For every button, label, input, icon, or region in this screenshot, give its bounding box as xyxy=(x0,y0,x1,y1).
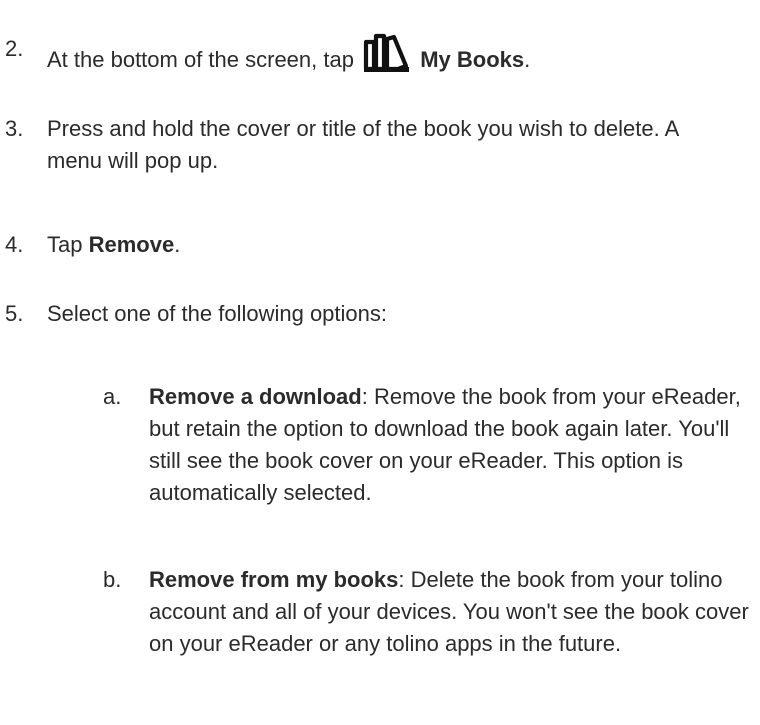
step-text-after: . xyxy=(524,47,531,72)
step-text: Tap Remove. xyxy=(47,229,727,261)
step-number: 2. xyxy=(5,36,24,61)
step-number: 5. xyxy=(5,301,24,326)
option-letter: a. xyxy=(103,384,122,409)
step-text-after: . xyxy=(174,232,181,257)
step-text: At the bottom of the screen, tap My Book… xyxy=(47,33,727,76)
remove-label: Remove xyxy=(88,232,175,257)
step-text: Select one of the following options: xyxy=(47,301,388,326)
option-title: Remove from my books xyxy=(149,567,399,592)
step-text-before: At the bottom of the screen, tap xyxy=(47,47,354,72)
my-books-label: My Books xyxy=(420,47,525,72)
option-text: Remove a download: Remove the book from … xyxy=(149,381,749,509)
my-books-icon xyxy=(363,33,411,75)
step-text: Press and hold the cover or title of the… xyxy=(47,116,679,173)
step-text-before: Tap xyxy=(47,232,83,257)
step-number: 4. xyxy=(5,232,24,257)
option-text: Remove from my books: Delete the book fr… xyxy=(149,564,749,660)
option-letter: b. xyxy=(103,567,122,592)
option-title: Remove a download xyxy=(149,384,362,409)
step-number: 3. xyxy=(5,116,24,141)
